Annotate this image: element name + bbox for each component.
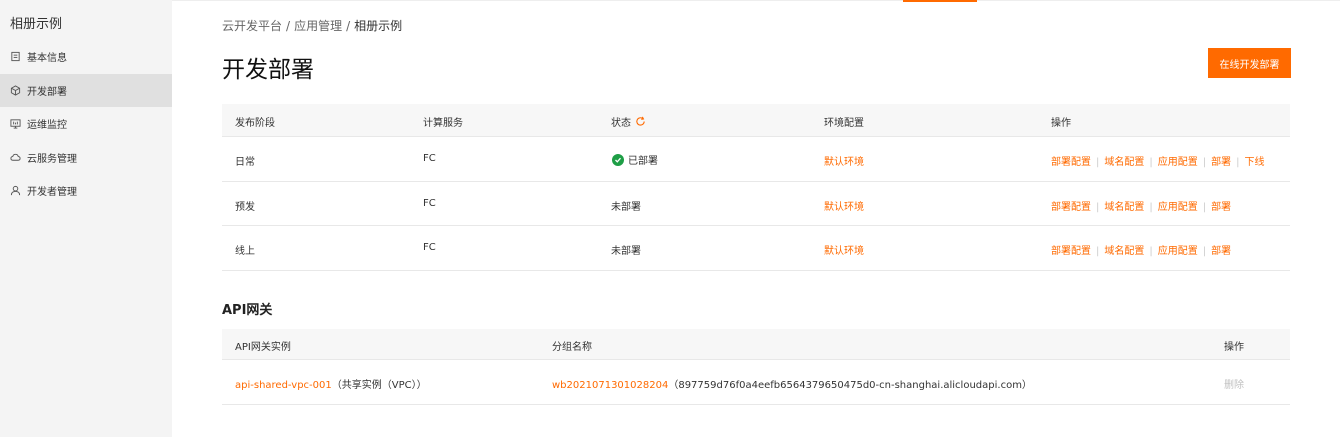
action-separator: | [1096, 201, 1100, 213]
env-config-link[interactable]: 默认环境 [824, 153, 864, 168]
app-config-link[interactable]: 应用配置 [1158, 202, 1198, 213]
sidebar-item-label: 基本信息 [27, 53, 67, 65]
column-header: 发布阶段 [235, 118, 275, 129]
sidebar-item-ops-monitor[interactable]: 运维监控 [0, 107, 172, 141]
sidebar-nav: 基本信息 开发部署 运维监控 云服务管理 开发者管理 [0, 40, 172, 208]
breadcrumb-separator: / [286, 19, 291, 33]
action-separator: | [1236, 157, 1240, 168]
deploy-link[interactable]: 部署 [1211, 202, 1231, 213]
instance-cell: api-shared-vpc-001（共享实例（VPC）） [235, 376, 427, 391]
check-circle-icon [612, 153, 624, 166]
deploy-table: 发布阶段 计算服务 状态 环境配置 操作 日常 FC 已部署 默认环境 部署配置… [222, 104, 1290, 271]
sidebar-item-label: 开发者管理 [27, 187, 77, 199]
column-header-status: 状态 [611, 114, 646, 130]
status-badge: 已部署 [612, 152, 658, 167]
action-separator: | [1096, 157, 1100, 168]
offline-link[interactable]: 下线 [1245, 157, 1265, 168]
sidebar-item-basic-info[interactable]: 基本信息 [0, 40, 172, 74]
action-separator: | [1149, 157, 1153, 168]
api-gateway-table: API网关实例 分组名称 操作 api-shared-vpc-001（共享实例（… [222, 329, 1290, 405]
instance-note: （共享实例（VPC）） [331, 380, 427, 391]
sidebar-item-cloud-service[interactable]: 云服务管理 [0, 141, 172, 175]
deploy-config-link[interactable]: 部署配置 [1051, 157, 1091, 168]
table-row: 线上 FC 未部署 默认环境 部署配置 | 域名配置 | 应用配置 | 部署 [222, 226, 1290, 271]
compute-cell: FC [423, 197, 436, 209]
group-link[interactable]: wb2021071301028204 [552, 380, 668, 391]
stage-cell: 日常 [235, 157, 255, 168]
breadcrumb-item[interactable]: 应用管理 [294, 19, 342, 33]
instance-link[interactable]: api-shared-vpc-001 [235, 380, 332, 391]
deploy-config-link[interactable]: 部署配置 [1051, 202, 1091, 213]
breadcrumb-current: 相册示例 [354, 19, 403, 33]
column-header-label: 状态 [611, 118, 631, 129]
actions: 部署配置 | 域名配置 | 应用配置 | 部署 [1051, 242, 1231, 257]
column-header: 计算服务 [423, 118, 463, 129]
group-note: （897759d76f0a4eefb6564379650475d0-cn-sha… [668, 380, 1032, 391]
table-header: 发布阶段 计算服务 状态 环境配置 操作 [222, 104, 1290, 137]
column-header: API网关实例 [235, 342, 291, 353]
stage-cell: 预发 [235, 201, 255, 213]
action-separator: | [1202, 157, 1207, 168]
monitor-icon [9, 118, 21, 130]
compute-cell: FC [423, 242, 436, 253]
sidebar-item-label: 开发部署 [27, 86, 67, 98]
sidebar-item-label: 运维监控 [27, 120, 67, 132]
app-config-link[interactable]: 应用配置 [1158, 157, 1198, 168]
action-separator: | [1149, 201, 1153, 213]
cloud-icon [9, 151, 21, 163]
api-gateway-section-title: API网关 [222, 303, 273, 318]
status-text: 未部署 [611, 201, 641, 213]
page-title: 开发部署 [222, 57, 314, 83]
domain-config-link[interactable]: 域名配置 [1104, 157, 1144, 168]
status-text: 未部署 [611, 246, 641, 257]
online-deploy-button[interactable]: 在线开发部署 [1208, 48, 1291, 78]
env-config-link[interactable]: 默认环境 [824, 242, 864, 257]
action-separator: | [1096, 246, 1100, 257]
action-separator: | [1202, 246, 1207, 257]
action-separator: | [1149, 246, 1153, 257]
refresh-icon[interactable] [635, 116, 646, 130]
sidebar: 相册示例 基本信息 开发部署 运维监控 云服务管理 开发者管理 [0, 0, 172, 437]
delete-button[interactable]: 删除 [1224, 376, 1244, 391]
actions: 部署配置 | 域名配置 | 应用配置 | 部署 [1051, 198, 1231, 213]
actions: 部署配置 | 域名配置 | 应用配置 | 部署 | 下线 [1051, 153, 1265, 168]
sidebar-item-dev-deploy[interactable]: 开发部署 [0, 73, 172, 107]
top-nav-active-indicator [903, 0, 977, 2]
column-header: 操作 [1051, 118, 1071, 129]
column-header: 环境配置 [824, 118, 864, 129]
breadcrumb-item[interactable]: 云开发平台 [222, 19, 282, 33]
table-row: api-shared-vpc-001（共享实例（VPC）） wb20210713… [222, 360, 1290, 405]
stage-cell: 线上 [235, 246, 255, 257]
table-row: 预发 FC 未部署 默认环境 部署配置 | 域名配置 | 应用配置 | 部署 [222, 182, 1290, 226]
table-row: 日常 FC 已部署 默认环境 部署配置 | 域名配置 | 应用配置 | 部署 | 下线 [222, 137, 1290, 182]
top-border [172, 0, 1340, 1]
group-cell: wb2021071301028204（897759d76f0a4eefb6564… [552, 376, 1032, 391]
deploy-link[interactable]: 部署 [1211, 246, 1231, 257]
compute-cell: FC [423, 153, 436, 164]
column-header: 操作 [1224, 342, 1244, 353]
action-separator: | [1202, 201, 1207, 213]
column-header: 分组名称 [552, 342, 592, 353]
domain-config-link[interactable]: 域名配置 [1104, 246, 1144, 257]
breadcrumb: 云开发平台 / 应用管理 / 相册示例 [222, 17, 402, 34]
deploy-link[interactable]: 部署 [1211, 157, 1231, 168]
sidebar-item-label: 云服务管理 [27, 153, 77, 165]
status-text: 已部署 [628, 156, 658, 167]
cube-icon [9, 84, 21, 96]
user-icon [9, 185, 21, 197]
domain-config-link[interactable]: 域名配置 [1104, 202, 1144, 213]
env-config-link[interactable]: 默认环境 [824, 198, 864, 213]
sidebar-item-developer[interactable]: 开发者管理 [0, 174, 172, 208]
sidebar-title: 相册示例 [10, 17, 63, 32]
breadcrumb-separator: / [346, 19, 351, 33]
app-config-link[interactable]: 应用配置 [1158, 246, 1198, 257]
document-icon [9, 51, 21, 63]
table-header: API网关实例 分组名称 操作 [222, 329, 1290, 360]
deploy-config-link[interactable]: 部署配置 [1051, 246, 1091, 257]
